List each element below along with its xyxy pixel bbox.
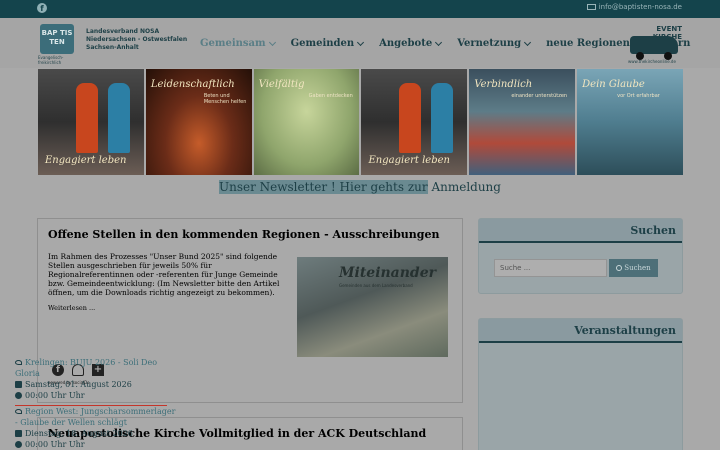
event-item[interactable]: Krelingen: BUJU 2026 - Soli Deo Gloria S… [15, 357, 180, 401]
search-icon [616, 265, 623, 271]
baptisten-logo[interactable]: BAP TIS TEN Evangelisch-freikirchlich [38, 24, 76, 65]
event-time: 00:00 Uhr Uhr [15, 390, 180, 401]
tile-caption: Vielfältig [258, 79, 305, 90]
logo-subtitle: Evangelisch-freikirchlich [38, 55, 64, 65]
nav-label[interactable]: Gemeinden [291, 38, 355, 49]
org-line-2: Niedersachsen - Ostwestfalen [86, 36, 188, 43]
banner-tiles: Engagiert leben Leidenschaftlich Beten u… [38, 69, 683, 175]
event-title[interactable]: Krelingen: BUJU 2026 - Soli Deo Gloria [15, 357, 180, 379]
calendar-icon [15, 430, 22, 437]
tile-caption: Dein Glaube [582, 79, 645, 90]
widget-title: Suchen [479, 219, 682, 243]
image-title: Miteinander [339, 265, 437, 281]
banner-tile-6[interactable]: Dein Glaube vor Ort erfahrbar [577, 69, 683, 175]
nav-item-vernetzung[interactable]: Vernetzung [457, 38, 532, 49]
search-button[interactable]: Suchen [609, 259, 658, 277]
org-name: Landesverband NOSA Niedersachsen - Ostwe… [86, 28, 187, 52]
event-time: 00:00 Uhr Uhr [15, 439, 180, 450]
nav-label[interactable]: neue Regionen [546, 38, 630, 49]
eventkirche-logo[interactable]: EVENT KIRCHE www.thekircheonline.de [628, 25, 682, 64]
tile-caption: Leidenschaftlich [150, 79, 235, 90]
event-separator [15, 405, 167, 406]
chevron-down-icon [435, 38, 443, 46]
event-title[interactable]: Region West: Jungscharsommerlager - Glau… [15, 406, 180, 428]
banner-tile-5[interactable]: Verbindlich einander unterstützen [469, 69, 576, 175]
nav-label[interactable]: Vernetzung [457, 38, 521, 49]
article-title[interactable]: Offene Stellen in den kommenden Regionen… [48, 228, 439, 241]
article-image[interactable]: Miteinander Gemeinden aus dem Landesverb… [297, 257, 448, 357]
event-url: www.thekircheonline.de [628, 59, 676, 64]
chevron-down-icon [524, 38, 532, 46]
widget-title: Veranstaltungen [479, 319, 682, 343]
nav-item-gemeinden[interactable]: Gemeinden [291, 38, 365, 49]
read-more-link[interactable]: Weiterlesen ... [48, 304, 95, 312]
logo-badge: BAP TIS TEN [40, 24, 74, 54]
runner-figure [431, 83, 454, 153]
image-subtitle: Gemeinden aus dem Landesverband [339, 283, 413, 288]
nav-item-angebote[interactable]: Angebote [379, 38, 443, 49]
search-input[interactable]: Suche ... [494, 259, 607, 277]
newsletter-signup-link[interactable]: Anmeldung [431, 180, 501, 194]
banner-tile-3[interactable]: Vielfältig Gaben entdecken [253, 69, 360, 175]
email-text[interactable]: info@baptisten-nosa.de [599, 3, 682, 11]
facebook-icon[interactable]: f [37, 3, 47, 13]
event-date: Samstag, 01. August 2026 [15, 379, 180, 390]
banner-tile-1[interactable]: Engagiert leben [38, 69, 144, 175]
tile-subcaption: einander unterstützen [511, 93, 568, 99]
nav-label[interactable]: Angebote [379, 38, 432, 49]
event-item[interactable]: Region West: Jungscharsommerlager - Glau… [15, 406, 180, 450]
tile-bottom-caption: Engagiert leben [368, 155, 450, 166]
org-line-3: Sachsen-Anhalt [86, 44, 139, 51]
nav-item-gemeinsam[interactable]: Gemeinsam [200, 38, 276, 49]
banner-tile-2[interactable]: Leidenschaftlich Beten und Menschen helf… [145, 69, 252, 175]
newsletter-text: Unser Newsletter ! Hier gehts zur [219, 180, 428, 194]
newsletter-banner: Unser Newsletter ! Hier gehts zur Anmeld… [0, 180, 720, 194]
email-link[interactable]: info@baptisten-nosa.de [586, 3, 682, 11]
top-bar: f info@baptisten-nosa.de [0, 0, 720, 18]
main-nav: Gemeinsam Gemeinden Angebote Vernetzung … [200, 38, 690, 49]
banner-tile-4[interactable]: Engagiert leben [361, 69, 468, 175]
location-icon [15, 409, 22, 414]
search-button-label: Suchen [624, 264, 651, 272]
clock-icon [15, 441, 22, 448]
calendar-icon [15, 381, 22, 388]
article-body: Im Rahmen des Prozesses "Unser Bund 2025… [48, 252, 280, 297]
event-date: Dienstag, 18. August 2026 [15, 428, 180, 439]
nav-item-neue-regionen[interactable]: neue Regionen [546, 38, 640, 49]
search-widget: Suchen Suche ... Suchen [478, 218, 683, 294]
tile-caption: Verbindlich [474, 79, 533, 90]
location-icon [15, 360, 22, 365]
runner-figure [76, 83, 98, 153]
tile-subcaption: Beten und Menschen helfen [203, 93, 247, 105]
header: BAP TIS TEN Evangelisch-freikirchlich La… [0, 18, 720, 68]
clock-icon [15, 392, 22, 399]
envelope-icon [586, 4, 596, 10]
org-line-1: Landesverband NOSA [86, 28, 160, 35]
runner-figure [108, 83, 130, 153]
tile-bottom-caption: Engagiert leben [45, 155, 127, 166]
runner-figure [399, 83, 422, 153]
events-widget: Veranstaltungen [478, 318, 683, 450]
tile-subcaption: Gaben entdecken [308, 93, 353, 99]
nav-label[interactable]: Gemeinsam [200, 38, 266, 49]
chevron-down-icon [357, 38, 365, 46]
tile-subcaption: vor Ort erfahrbar [617, 93, 660, 99]
truck-icon [630, 36, 678, 54]
chevron-down-icon [268, 38, 276, 46]
